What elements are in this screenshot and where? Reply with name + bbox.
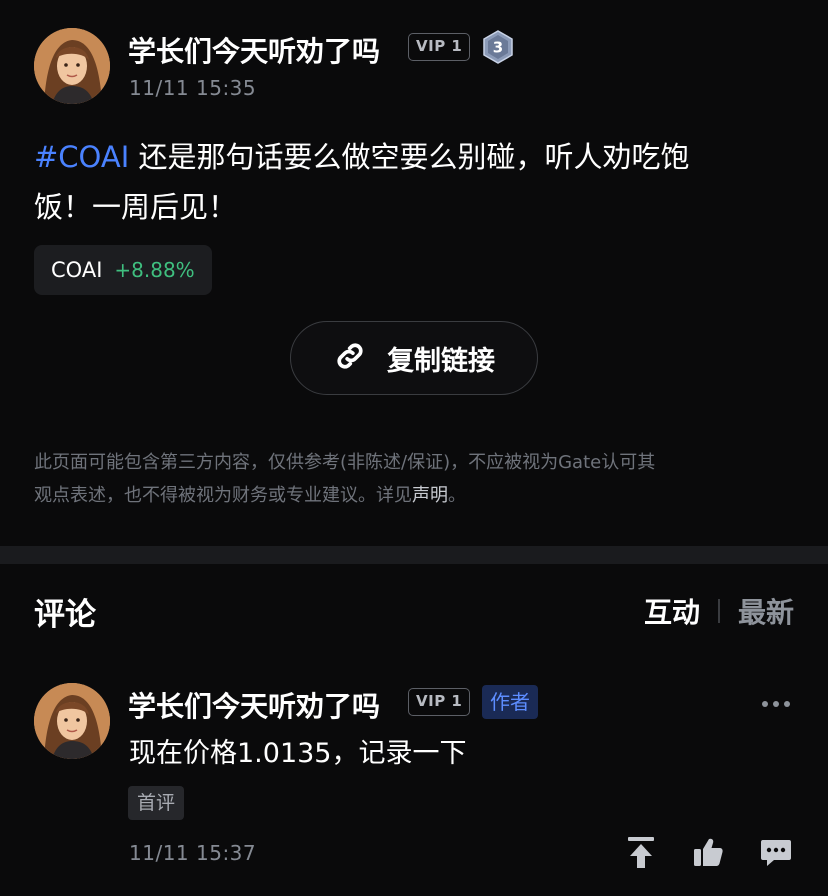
post-text-line1: 还是那句话要么做空要么别碰，听人劝吃饱 bbox=[129, 140, 690, 174]
comment-bubble-icon[interactable] bbox=[760, 838, 792, 868]
post-timestamp: 11/11 15:35 bbox=[129, 76, 257, 100]
comment-text: 现在价格1.0135，记录一下 bbox=[129, 738, 467, 769]
hashtag-link[interactable]: #COAI bbox=[34, 140, 129, 174]
disclaimer-text: 此页面可能包含第三方内容，仅供参考(非陈述/保证)，不应被视为Gate认可其 观… bbox=[34, 446, 794, 512]
comments-title: 评论 bbox=[34, 597, 96, 633]
vip-badge: VIP 1 bbox=[408, 33, 471, 61]
ticker-symbol: COAI bbox=[51, 258, 103, 282]
post-text-line2: 饭！一周后见！ bbox=[34, 190, 238, 224]
copy-link-button[interactable]: 复制链接 bbox=[290, 321, 538, 395]
sort-tab-latest[interactable]: 最新 bbox=[738, 591, 794, 631]
disclaimer-line2: 观点表述，也不得被视为财务或专业建议。详见 bbox=[34, 485, 412, 506]
ticker-change: +8.88% bbox=[114, 258, 195, 282]
copy-link-label: 复制链接 bbox=[387, 345, 495, 377]
author-tag: 作者 bbox=[482, 685, 538, 719]
disclaimer-line1: 此页面可能包含第三方内容，仅供参考(非陈述/保证)，不应被视为Gate认可其 bbox=[34, 452, 656, 473]
link-chain-icon bbox=[333, 339, 367, 377]
level-badge-number: 3 bbox=[493, 39, 503, 57]
post-author-name[interactable]: 学长们今天听劝了吗 bbox=[128, 30, 380, 70]
post-content: #COAI 还是那句话要么做空要么别碰，听人劝吃饱 饭！一周后见！ bbox=[34, 132, 794, 232]
disclaimer-end: 。 bbox=[448, 485, 466, 506]
sort-separator bbox=[717, 599, 720, 623]
sort-tab-interaction[interactable]: 互动 bbox=[644, 591, 700, 631]
ticker-chip[interactable]: COAI +8.88% bbox=[34, 245, 212, 295]
post-author-avatar[interactable] bbox=[34, 28, 110, 104]
level-badge-icon: 3 bbox=[482, 30, 514, 64]
comment-sort-tabs: 互动 最新 bbox=[644, 591, 794, 631]
disclaimer-statement-link[interactable]: 声明 bbox=[412, 485, 448, 506]
comment-author-avatar[interactable] bbox=[34, 683, 110, 759]
comment-vip-badge: VIP 1 bbox=[408, 688, 471, 716]
first-comment-badge: 首评 bbox=[128, 786, 185, 820]
section-divider bbox=[0, 546, 828, 564]
comment-author-name[interactable]: 学长们今天听劝了吗 bbox=[128, 685, 380, 725]
pin-to-top-icon[interactable] bbox=[626, 836, 656, 870]
more-dots-icon[interactable] bbox=[760, 694, 792, 713]
comment-timestamp: 11/11 15:37 bbox=[129, 841, 257, 865]
thumbs-up-icon[interactable] bbox=[692, 836, 724, 868]
